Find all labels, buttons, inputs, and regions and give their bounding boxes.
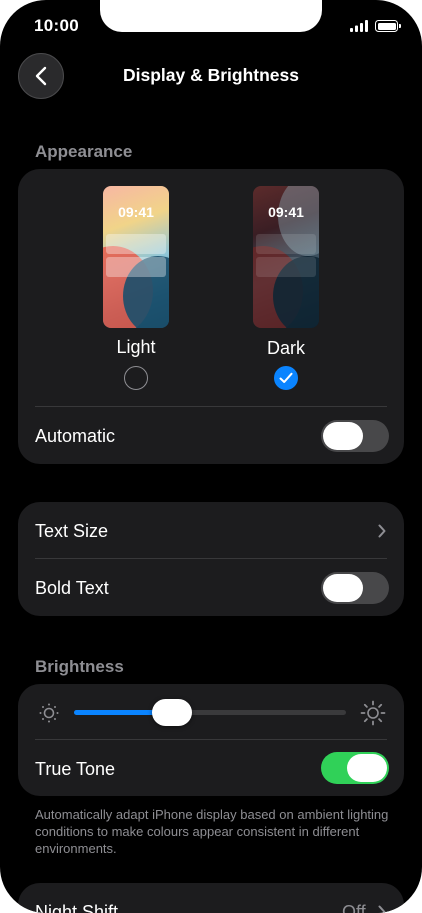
automatic-label: Automatic (35, 426, 116, 446)
text-size-label[interactable]: Text Size (35, 521, 108, 542)
checkmark-icon (279, 372, 293, 383)
dark-preview-time: 09:41 (268, 204, 304, 220)
light-preview-time: 09:41 (118, 204, 154, 220)
night-shift-label: Night Shift (35, 902, 119, 913)
divider (35, 558, 387, 559)
brightness-section-label: Brightness (35, 657, 124, 676)
chevron-right-icon (378, 905, 386, 913)
bold-text-label: Bold Text (35, 578, 109, 598)
brightness-slider-thumb[interactable] (151, 699, 192, 726)
divider (35, 406, 387, 407)
automatic-toggle[interactable] (321, 420, 389, 452)
cellular-signal-icon (350, 20, 368, 32)
appearance-section-label: Appearance (35, 142, 133, 161)
true-tone-footnote: Automatically adapt iPhone display based… (35, 807, 389, 856)
battery-icon (375, 20, 401, 32)
brightness-card: True Tone (18, 684, 404, 796)
chevron-right-icon[interactable] (378, 524, 386, 538)
sun-low-icon (39, 703, 59, 723)
text-settings-card: Text Size Bold Text (18, 502, 404, 616)
sun-high-icon (360, 700, 386, 726)
divider (35, 739, 387, 740)
status-time: 10:00 (34, 16, 79, 35)
light-mode-preview[interactable]: 09:41 (103, 186, 169, 328)
night-shift-card[interactable]: Night Shift Off (18, 883, 404, 913)
appearance-card: 09:41 09:41 Light Dark Automatic (18, 169, 404, 464)
phone-screen: 10:00 Display & Brightness Appearance 09… (0, 0, 422, 913)
light-mode-label: Light (116, 337, 156, 357)
light-mode-radio[interactable] (124, 366, 148, 390)
notch (100, 0, 322, 32)
true-tone-toggle[interactable] (321, 752, 389, 784)
bold-text-toggle[interactable] (321, 572, 389, 604)
page-title: Display & Brightness (122, 65, 300, 85)
brightness-slider[interactable] (74, 699, 346, 726)
true-tone-label: True Tone (35, 759, 116, 779)
night-shift-value: Off (342, 902, 366, 913)
dark-mode-preview[interactable]: 09:41 (253, 186, 319, 328)
dark-mode-label: Dark (266, 338, 305, 358)
dark-mode-radio[interactable] (274, 366, 298, 390)
